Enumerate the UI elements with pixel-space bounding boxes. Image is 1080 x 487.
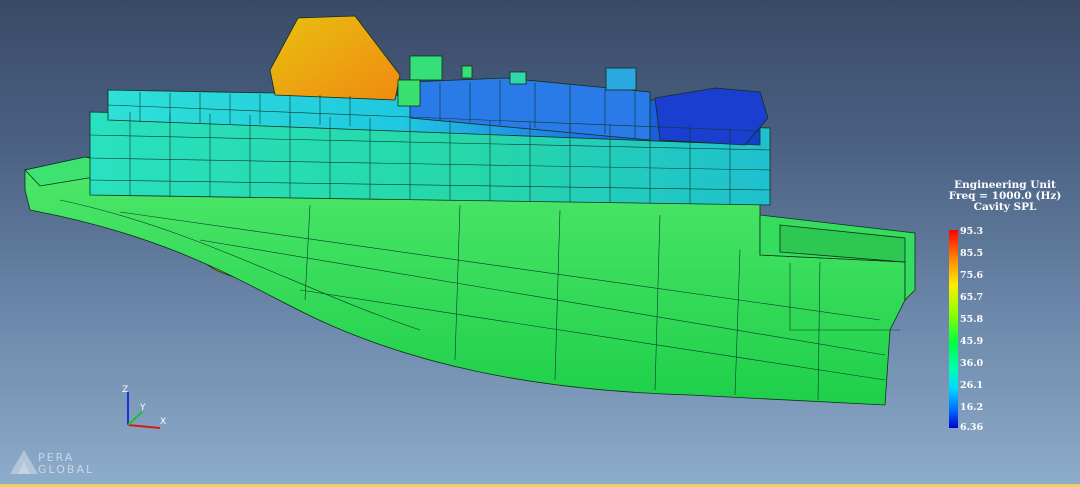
legend-title-line3: Cavity SPL	[973, 201, 1037, 213]
axis-label-x: X	[160, 417, 166, 427]
deck-box-green	[397, 79, 421, 107]
legend-tick: 95.3	[960, 226, 984, 237]
legend-tick: 26.1	[960, 380, 984, 391]
logo-line2: GLOBAL	[38, 463, 95, 476]
mast-box-2	[461, 65, 473, 79]
legend-tick: 75.6	[960, 270, 984, 281]
legend-tick: 65.7	[960, 292, 984, 303]
legend-color-bar	[949, 230, 958, 428]
mast-box-4	[605, 67, 637, 91]
axis-triad: Z Y X	[122, 385, 166, 429]
legend-tick: 45.9	[960, 336, 984, 347]
legend-tick: 55.8	[960, 314, 984, 325]
legend-tick: 6.36	[960, 422, 984, 433]
bridge-block	[654, 87, 769, 146]
mast-box-1	[409, 55, 443, 81]
legend-tick: 36.0	[960, 358, 984, 369]
axis-label-y: Y	[139, 403, 146, 413]
mast-box-3	[509, 71, 527, 85]
funnel	[269, 15, 401, 101]
ship-model[interactable]	[24, 15, 916, 406]
model-viewport[interactable]: Z Y X	[0, 0, 1080, 487]
legend-tick: 85.5	[960, 248, 984, 259]
legend-tick: 16.2	[960, 402, 984, 413]
color-legend: Engineering Unit Freq = 1000.0 (Hz) Cavi…	[935, 180, 1075, 434]
axis-label-z: Z	[122, 385, 128, 395]
logo-text: PERA GLOBAL	[38, 452, 94, 476]
